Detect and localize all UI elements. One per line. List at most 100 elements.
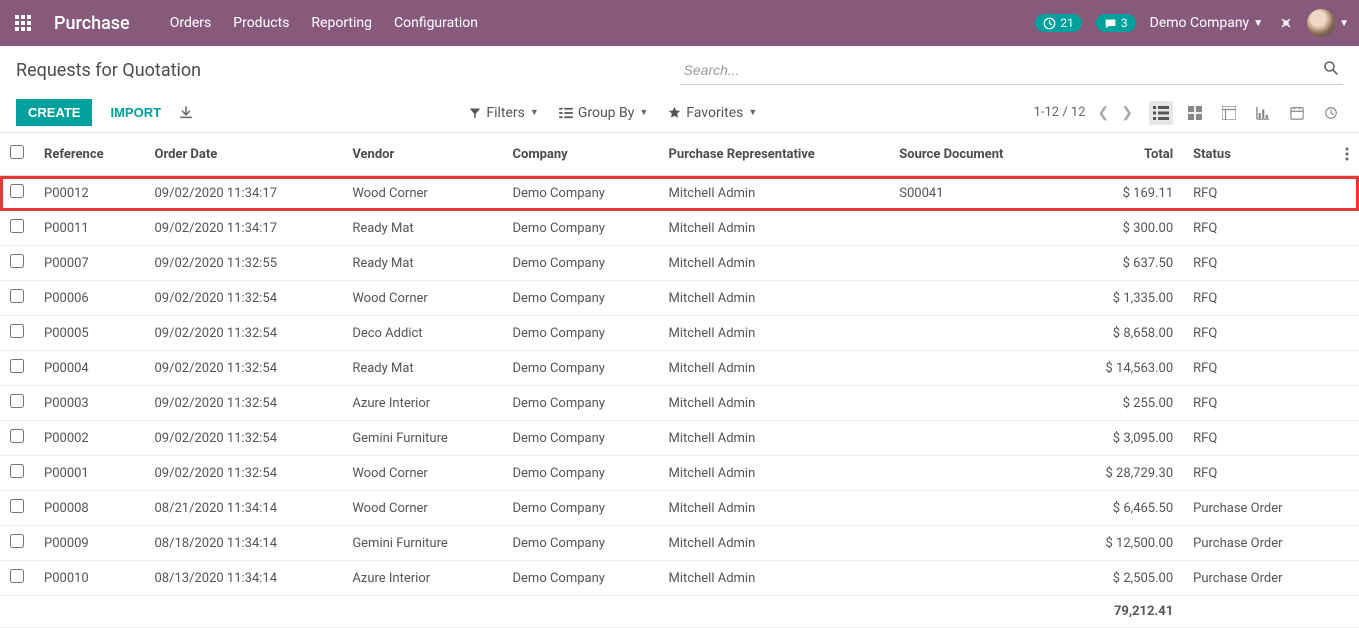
app-name[interactable]: Purchase — [54, 13, 130, 34]
cell-source — [889, 316, 1061, 351]
nav-orders[interactable]: Orders — [170, 15, 212, 31]
groupby-label: Group By — [578, 105, 635, 121]
col-reference[interactable]: Reference — [34, 133, 145, 176]
col-total[interactable]: Total — [1062, 133, 1184, 176]
search-input[interactable] — [680, 56, 1344, 85]
row-checkbox[interactable] — [10, 219, 24, 233]
col-source[interactable]: Source Document — [889, 133, 1061, 176]
cell-total: $ 3,095.00 — [1062, 421, 1184, 456]
footer-total: 79,212.41 — [1062, 596, 1184, 628]
cell-total: $ 8,658.00 — [1062, 316, 1184, 351]
view-switcher — [1149, 101, 1343, 125]
cell-vendor: Deco Addict — [342, 316, 502, 351]
favorites-dropdown[interactable]: Favorites ▼ — [668, 105, 757, 121]
cell-rep: Mitchell Admin — [659, 526, 890, 561]
download-icon[interactable] — [179, 106, 193, 120]
nav-products[interactable]: Products — [233, 15, 289, 31]
cell-company: Demo Company — [503, 456, 659, 491]
cell-date: 09/02/2020 11:32:54 — [145, 456, 343, 491]
search-icon[interactable] — [1323, 60, 1339, 76]
chevron-down-icon[interactable]: ▼ — [1339, 18, 1349, 29]
col-order-date[interactable]: Order Date — [145, 133, 343, 176]
row-checkbox[interactable] — [10, 184, 24, 198]
import-button[interactable]: IMPORT — [110, 105, 161, 120]
cell-date: 09/02/2020 11:32:54 — [145, 281, 343, 316]
table-row[interactable]: P0000808/21/2020 11:34:14Wood CornerDemo… — [0, 491, 1359, 526]
chevron-down-icon: ▼ — [530, 107, 539, 118]
cell-status: Purchase Order — [1183, 491, 1335, 526]
cell-company: Demo Company — [503, 386, 659, 421]
cell-total: $ 6,465.50 — [1062, 491, 1184, 526]
row-checkbox[interactable] — [10, 569, 24, 583]
cell-status: RFQ — [1183, 456, 1335, 491]
cell-date: 09/02/2020 11:34:17 — [145, 176, 343, 211]
row-checkbox[interactable] — [10, 359, 24, 373]
cell-rep: Mitchell Admin — [659, 316, 890, 351]
cell-reference: P00007 — [34, 246, 145, 281]
cell-company: Demo Company — [503, 316, 659, 351]
col-rep[interactable]: Purchase Representative — [659, 133, 890, 176]
pager-next[interactable]: ❯ — [1121, 105, 1133, 121]
select-all-checkbox[interactable] — [10, 145, 24, 159]
row-checkbox[interactable] — [10, 534, 24, 548]
view-pivot[interactable] — [1217, 101, 1241, 125]
table-row[interactable]: P0001008/13/2020 11:34:14Azure InteriorD… — [0, 561, 1359, 596]
cell-reference: P00012 — [34, 176, 145, 211]
apps-icon[interactable] — [10, 10, 36, 36]
table-row[interactable]: P0000109/02/2020 11:32:54Wood CornerDemo… — [0, 456, 1359, 491]
row-checkbox[interactable] — [10, 499, 24, 513]
pager-prev[interactable]: ❮ — [1098, 105, 1110, 121]
cell-vendor: Azure Interior — [342, 561, 502, 596]
cell-source — [889, 351, 1061, 386]
table-row[interactable]: P0000309/02/2020 11:32:54Azure InteriorD… — [0, 386, 1359, 421]
debug-icon[interactable] — [1277, 15, 1293, 31]
favorites-label: Favorites — [686, 105, 743, 121]
cell-rep: Mitchell Admin — [659, 386, 890, 421]
view-calendar[interactable] — [1285, 101, 1309, 125]
row-checkbox[interactable] — [10, 429, 24, 443]
cell-total: $ 2,505.00 — [1062, 561, 1184, 596]
table-row[interactable]: P0000609/02/2020 11:32:54Wood CornerDemo… — [0, 281, 1359, 316]
cell-status: RFQ — [1183, 176, 1335, 211]
user-avatar[interactable] — [1307, 9, 1335, 37]
view-graph[interactable] — [1251, 101, 1275, 125]
cell-date: 09/02/2020 11:34:17 — [145, 211, 343, 246]
cell-status: Purchase Order — [1183, 561, 1335, 596]
view-list[interactable] — [1149, 101, 1173, 125]
cell-reference: P00011 — [34, 211, 145, 246]
table-row[interactable]: P0000908/18/2020 11:34:14Gemini Furnitur… — [0, 526, 1359, 561]
nav-reporting[interactable]: Reporting — [311, 15, 372, 31]
filters-dropdown[interactable]: Filters ▼ — [469, 105, 538, 121]
row-checkbox[interactable] — [10, 289, 24, 303]
chat-badge[interactable]: 3 — [1096, 14, 1136, 32]
cell-reference: P00009 — [34, 526, 145, 561]
table-row[interactable]: P0000409/02/2020 11:32:54Ready MatDemo C… — [0, 351, 1359, 386]
row-checkbox[interactable] — [10, 254, 24, 268]
row-checkbox[interactable] — [10, 464, 24, 478]
table-row[interactable]: P0000709/02/2020 11:32:55Ready MatDemo C… — [0, 246, 1359, 281]
cell-date: 09/02/2020 11:32:54 — [145, 351, 343, 386]
cell-vendor: Ready Mat — [342, 246, 502, 281]
pager-text[interactable]: 1-12 / 12 — [1034, 105, 1086, 120]
activity-badge[interactable]: 21 — [1035, 14, 1082, 32]
cell-rep: Mitchell Admin — [659, 561, 890, 596]
col-company[interactable]: Company — [503, 133, 659, 176]
row-checkbox[interactable] — [10, 324, 24, 338]
view-activity[interactable] — [1319, 101, 1343, 125]
nav-configuration[interactable]: Configuration — [394, 15, 478, 31]
col-status[interactable]: Status — [1183, 133, 1335, 176]
cell-reference: P00010 — [34, 561, 145, 596]
table-row[interactable]: P0000509/02/2020 11:32:54Deco AddictDemo… — [0, 316, 1359, 351]
table-row[interactable]: P0001209/02/2020 11:34:17Wood CornerDemo… — [0, 176, 1359, 211]
row-checkbox[interactable] — [10, 394, 24, 408]
create-button[interactable]: CREATE — [16, 99, 92, 126]
col-vendor[interactable]: Vendor — [342, 133, 502, 176]
cell-total: $ 12,500.00 — [1062, 526, 1184, 561]
control-panel: Requests for Quotation CREATE IMPORT Fil… — [0, 46, 1359, 133]
company-selector[interactable]: Demo Company ▼ — [1150, 15, 1263, 31]
table-row[interactable]: P0001109/02/2020 11:34:17Ready MatDemo C… — [0, 211, 1359, 246]
groupby-dropdown[interactable]: Group By ▼ — [559, 105, 648, 121]
col-options[interactable] — [1335, 133, 1359, 176]
table-row[interactable]: P0000209/02/2020 11:32:54Gemini Furnitur… — [0, 421, 1359, 456]
view-kanban[interactable] — [1183, 101, 1207, 125]
